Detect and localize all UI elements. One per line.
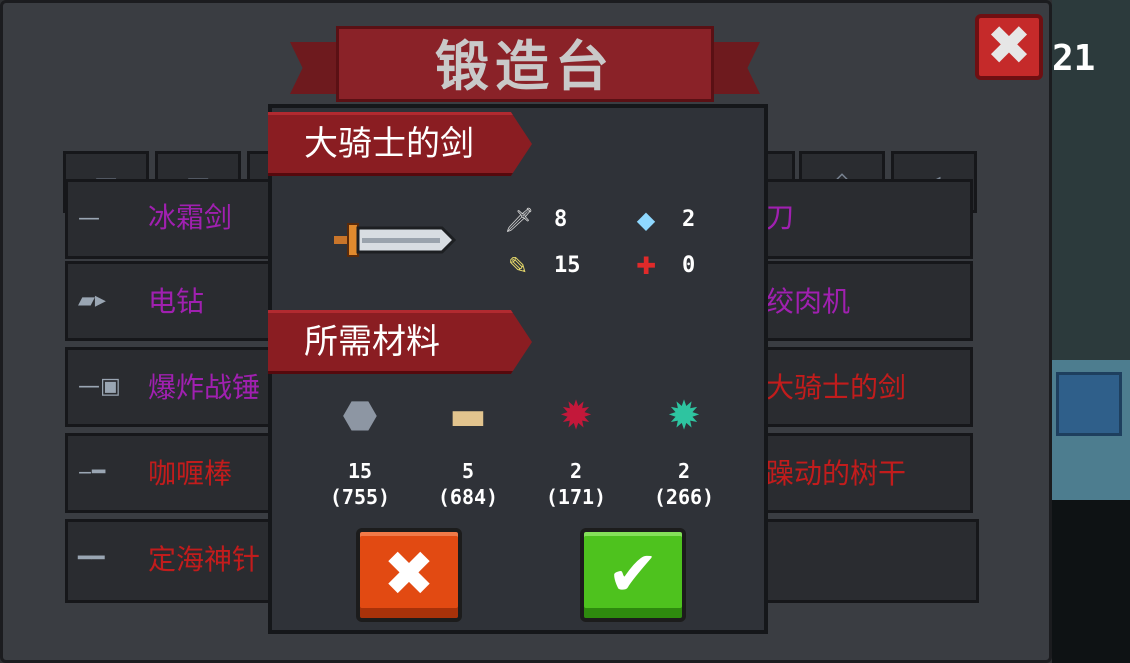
hud-level-number: 21 [1052, 38, 1096, 79]
green-leaf-icon: ✹ [667, 393, 701, 439]
item-name: 冰霜剑 [148, 201, 233, 234]
material-owned: (266) [653, 485, 715, 509]
item-name: 咖喱棒 [148, 457, 233, 490]
material-red-leaf: ✹ 2 (171) [521, 386, 631, 510]
crit-value: 15 [554, 253, 581, 278]
item-name: 电钻 [148, 285, 205, 318]
background-window [1056, 372, 1122, 436]
material-owned: (684) [437, 485, 499, 509]
wood-icon: ▬ [449, 393, 487, 439]
material-owned: (755) [329, 485, 391, 509]
damage-icon: 🗡 [504, 206, 535, 234]
item-name: 定海神针 [148, 543, 261, 576]
materials-ribbon: 所需材料 [268, 310, 532, 374]
close-icon: ✖ [986, 14, 1032, 77]
crit-icon: ✎ [507, 252, 529, 280]
item-name: 绞肉机 [766, 285, 851, 318]
craft-dialog: 大骑士的剑 🗡 8 ◆ 2 ✎ 15 ✚ 0 所需材料 ⬣ 15 (755) ▬… [268, 104, 768, 634]
curry-stick-icon: ‒━ [78, 460, 106, 485]
red-leaf-icon: ✹ [559, 393, 593, 439]
page-title: 锻造台 [435, 35, 615, 98]
item-name: 躁动的树干 [766, 457, 907, 490]
material-required: 2 [677, 459, 691, 483]
material-required: 2 [569, 459, 583, 483]
energy-cost-icon: ◆ [636, 206, 656, 234]
close-icon: ✖ [383, 537, 435, 610]
material-required: 5 [461, 459, 475, 483]
material-owned: (171) [545, 485, 607, 509]
weapon-name: 大骑士的剑 [304, 124, 474, 164]
material-required: 15 [347, 459, 373, 483]
cancel-button[interactable]: ✖ [356, 528, 462, 622]
weapon-name-ribbon: 大骑士的剑 [268, 112, 532, 176]
accuracy-value: 0 [682, 253, 696, 278]
ice-sword-icon: — [78, 206, 100, 231]
hammer-icon: —▣ [78, 374, 121, 399]
accuracy-icon: ✚ [635, 252, 657, 280]
confirm-button[interactable]: ✔ [580, 528, 686, 622]
material-ore: ⬣ 15 (755) [305, 386, 415, 510]
background-floor [1052, 500, 1130, 663]
material-wood: ▬ 5 (684) [413, 386, 523, 510]
material-green-leaf: ✹ 2 (266) [629, 386, 739, 510]
energy-cost-value: 2 [682, 207, 696, 232]
materials-title: 所需材料 [304, 322, 440, 362]
item-name: 大骑士的剑 [766, 371, 907, 404]
damage-value: 8 [554, 207, 568, 232]
game-background [1052, 0, 1130, 663]
ore-icon: ⬣ [342, 393, 378, 439]
checkmark-icon: ✔ [607, 537, 659, 610]
drill-icon: ▰▸ [78, 288, 106, 313]
banner-body: 锻造台 [336, 26, 714, 102]
close-button[interactable]: ✖ [975, 14, 1043, 80]
staff-icon: ━━ [78, 546, 105, 571]
item-name: 刀 [766, 201, 795, 234]
item-name: 爆炸战锤 [148, 371, 261, 404]
forge-title-banner: 锻造台 [290, 26, 760, 102]
sword-icon [334, 223, 457, 257]
